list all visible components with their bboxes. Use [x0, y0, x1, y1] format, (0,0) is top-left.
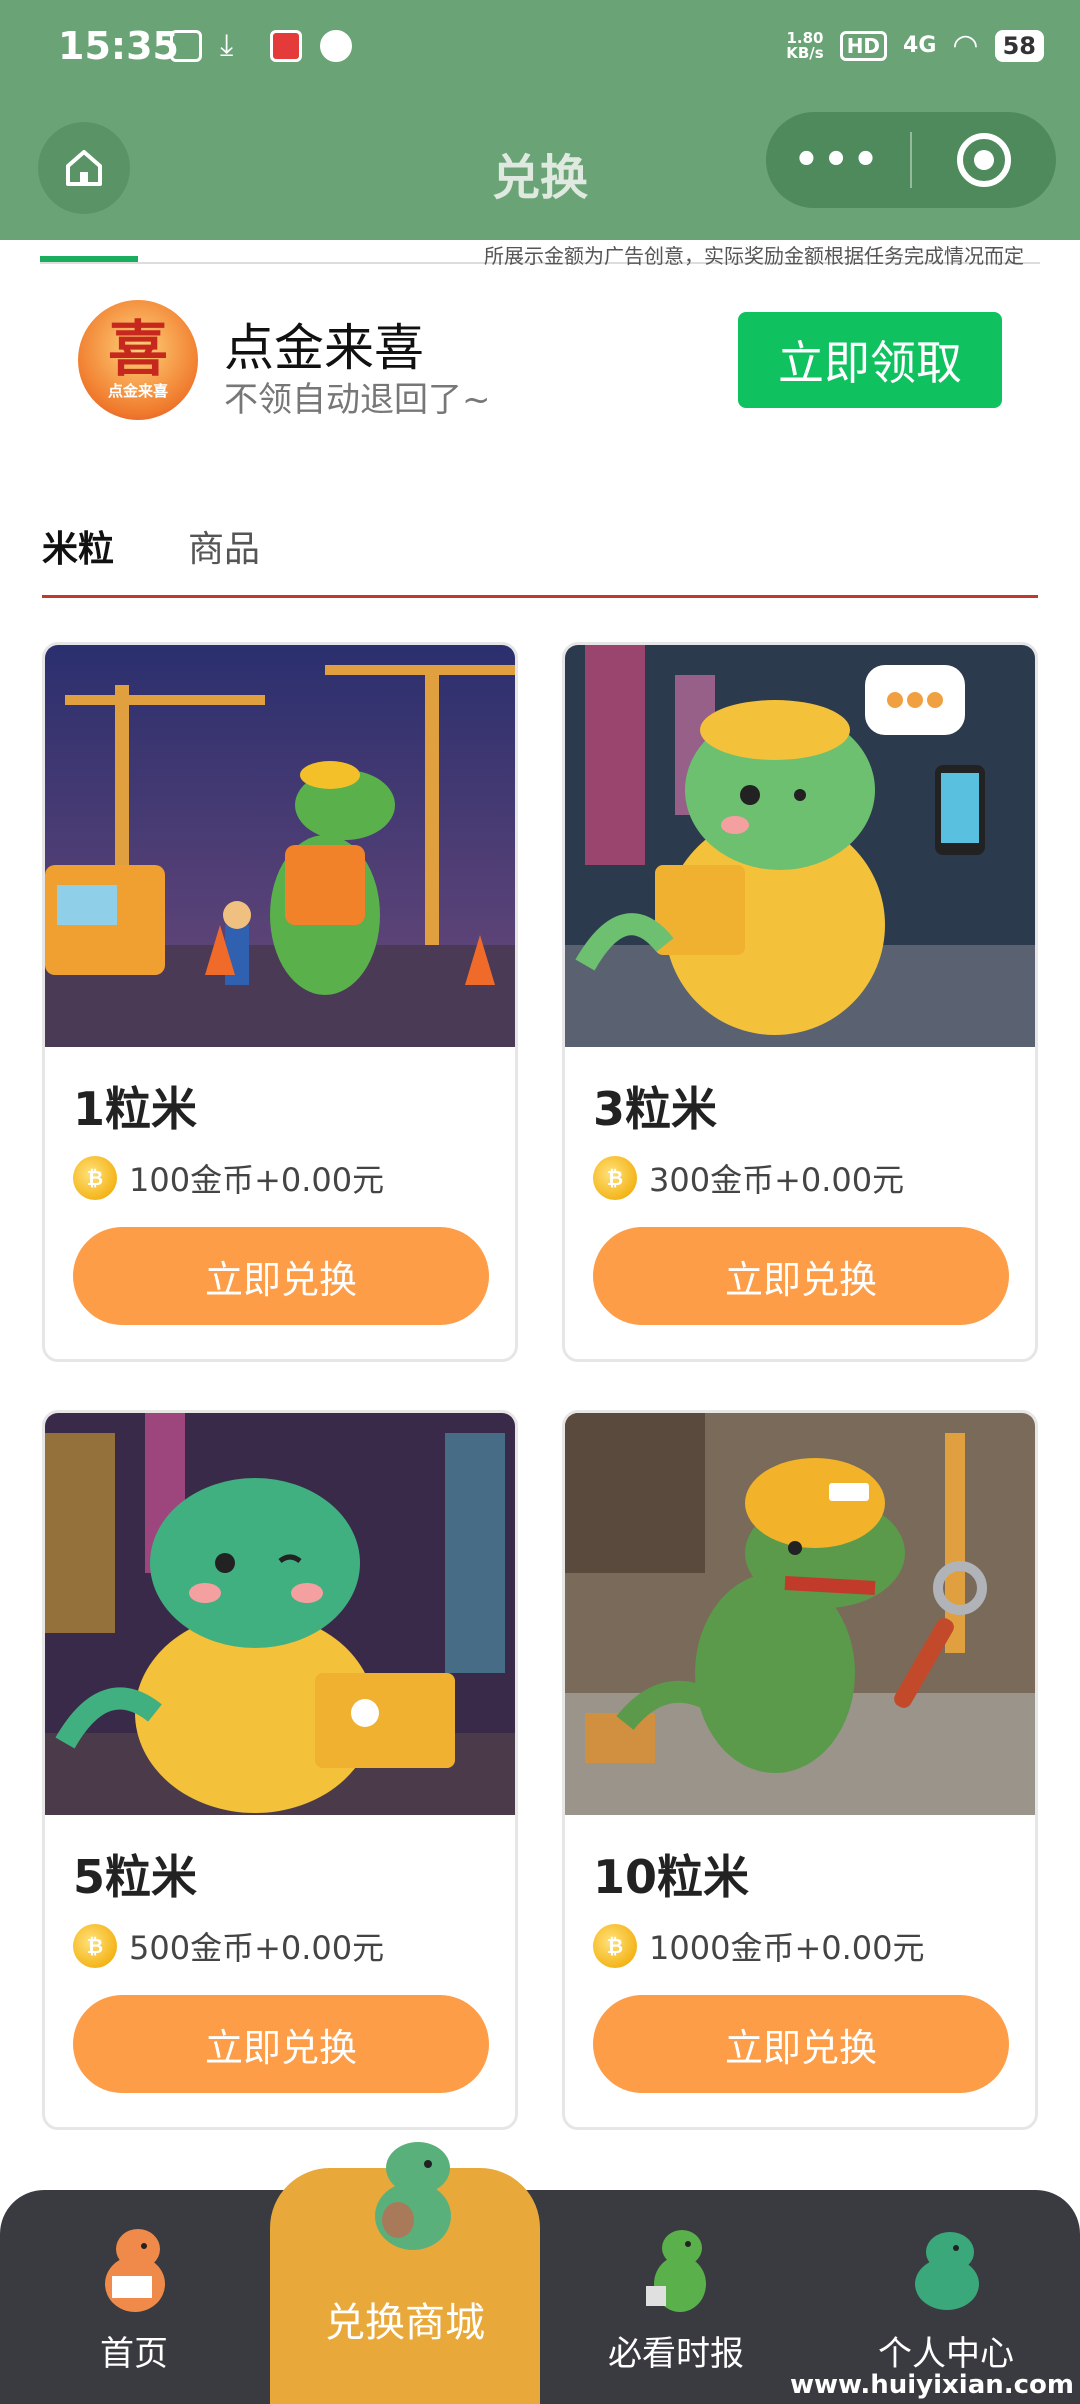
- net-speed: 1.80 KB/s: [786, 28, 824, 62]
- battery-icon: 58: [994, 29, 1044, 62]
- news-app-icon: [270, 30, 302, 62]
- ad-title: 点金来喜: [224, 319, 424, 377]
- product-card[interactable]: 1粒米 ₿ 100金币+0.00元 立即兑换: [42, 642, 518, 1362]
- ad-subtitle: 不领自动退回了~: [224, 380, 491, 420]
- product-name: 1粒米: [73, 1082, 198, 1136]
- ad-progress-indicator: [40, 256, 138, 262]
- product-name: 3粒米: [593, 1082, 718, 1136]
- ad-disclaimer-bar: 所展示金额为广告创意，实际奖励金额根据任务完成情况而定: [40, 240, 1040, 268]
- top-bar: 15:35 ⤓ 1.80 KB/s HD 4G ◠ 58 兑换 •••: [0, 0, 1080, 240]
- gold-coin-icon: ₿: [593, 1924, 637, 1968]
- nav-item-home[interactable]: 首页: [14, 2190, 254, 2404]
- scissors-app-icon: [170, 30, 202, 62]
- product-image-wrench-dino: [565, 1413, 1035, 1815]
- nav-item-exchange-mall[interactable]: 兑换商城: [270, 2142, 540, 2404]
- mini-program-capsule: •••: [766, 112, 1056, 208]
- product-name: 5粒米: [73, 1850, 198, 1904]
- dino-profile-icon: [915, 2232, 979, 2310]
- close-button[interactable]: [912, 133, 1056, 187]
- product-price: ₿ 300金币+0.00元: [593, 1155, 904, 1201]
- status-time: 15:35: [58, 24, 179, 68]
- tab-goods[interactable]: 商品: [188, 520, 260, 572]
- hd-icon: HD: [839, 30, 888, 61]
- status-right: 1.80 KB/s HD 4G ◠ 58: [786, 28, 1044, 63]
- product-card[interactable]: 5粒米 ₿ 500金币+0.00元 立即兑换: [42, 1410, 518, 2130]
- more-dots-icon[interactable]: •••: [766, 137, 910, 183]
- product-image-construction-dino: [45, 645, 515, 1047]
- gold-coin-icon: ₿: [593, 1156, 637, 1200]
- exchange-button[interactable]: 立即兑换: [73, 1995, 489, 2093]
- watermark: www.huiyixian.com: [789, 2370, 1074, 2400]
- dino-mall-icon: [375, 2142, 451, 2250]
- claim-now-button[interactable]: 立即领取: [738, 312, 1002, 408]
- ad-logo[interactable]: 喜 点金来喜: [78, 300, 198, 420]
- product-image-takeout-dino: [45, 1413, 515, 1815]
- product-card[interactable]: 10粒米 ₿ 1000金币+0.00元 立即兑换: [562, 1410, 1038, 2130]
- gold-coin-icon: ₿: [73, 1924, 117, 1968]
- product-price: ₿ 100金币+0.00元: [73, 1155, 384, 1201]
- product-price: ₿ 500金币+0.00元: [73, 1923, 384, 1969]
- category-tabs: 米粒 商品: [42, 510, 1038, 598]
- product-image-delivery-dino: [565, 645, 1035, 1047]
- status-bar: 15:35 ⤓ 1.80 KB/s HD 4G ◠ 58: [0, 0, 1080, 96]
- ad-disclaimer: 所展示金额为广告创意，实际奖励金额根据任务完成情况而定: [484, 244, 1024, 268]
- download-icon: ⤓: [220, 28, 234, 63]
- product-name: 10粒米: [593, 1850, 750, 1904]
- exchange-button[interactable]: 立即兑换: [593, 1227, 1009, 1325]
- dino-reading-icon: [105, 2229, 165, 2312]
- notification-icons: ⤓: [170, 30, 352, 62]
- signal-icon: 4G: [903, 33, 937, 58]
- product-card[interactable]: 3粒米 ₿ 300金币+0.00元 立即兑换: [562, 642, 1038, 1362]
- tab-rice-grains[interactable]: 米粒: [42, 520, 114, 572]
- exchange-button[interactable]: 立即兑换: [73, 1227, 489, 1325]
- target-close-icon: [957, 133, 1011, 187]
- dino-news-icon: [646, 2230, 706, 2312]
- exchange-button[interactable]: 立即兑换: [593, 1995, 1009, 2093]
- wifi-icon: ◠: [952, 28, 979, 63]
- message-icon: [320, 30, 352, 62]
- product-price: ₿ 1000金币+0.00元: [593, 1923, 925, 1969]
- nav-item-news[interactable]: 必看时报: [556, 2190, 796, 2404]
- gold-coin-icon: ₿: [73, 1156, 117, 1200]
